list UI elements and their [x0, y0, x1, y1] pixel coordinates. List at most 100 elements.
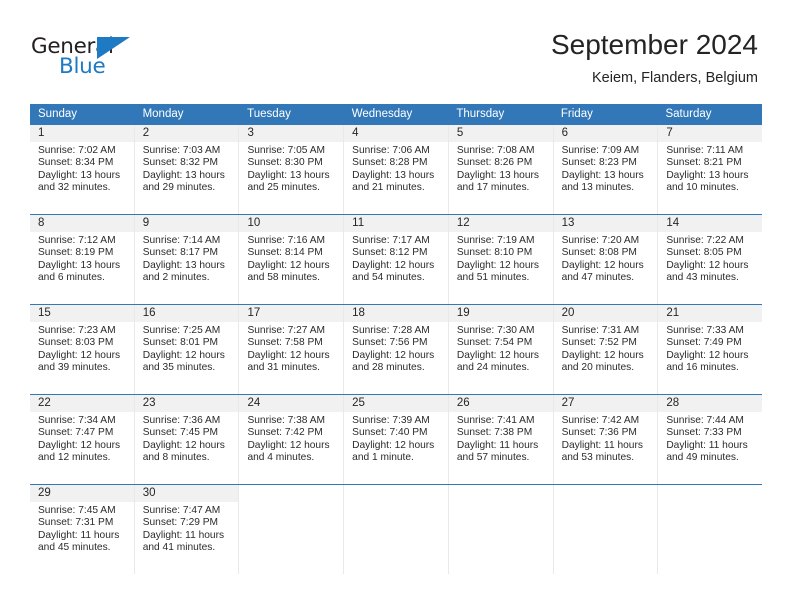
daylight-duration-line1: Daylight: 12 hours — [561, 349, 644, 361]
sunrise-time: Sunrise: 7:02 AM — [38, 145, 116, 156]
day-number: 29 — [38, 487, 51, 499]
calendar-day-cell[interactable]: 19 Sunrise: 7:30 AM Sunset: 7:54 PM Dayligh… — [447, 305, 553, 394]
sunrise-time: Sunrise: 7:20 AM — [561, 235, 640, 246]
sunset-time: Sunset: 8:12 PM — [352, 247, 428, 259]
daylight-duration-line2: and 32 minutes. — [38, 182, 111, 194]
page-title: September 2024 — [550, 29, 758, 60]
day-details: Sunrise: 7:25 AM Sunset: 8:01 PM Daylight:… — [135, 322, 239, 375]
day-number-band: 21 — [658, 305, 763, 322]
day-number-band: 4 — [344, 125, 448, 142]
daylight-duration-line1: Daylight: 13 hours — [142, 259, 225, 271]
sunrise-time: Sunrise: 7:03 AM — [142, 145, 221, 156]
sunrise-time: Sunrise: 7:45 AM — [38, 505, 116, 516]
day-number: 24 — [247, 397, 261, 409]
calendar-day-cell[interactable]: 21 Sunrise: 7:33 AM Sunset: 7:49 PM Dayligh… — [657, 305, 763, 394]
general-blue-logo: General Blue — [31, 34, 161, 82]
calendar-day-cell[interactable]: 17 Sunrise: 7:27 AM Sunset: 7:58 PM Dayligh… — [238, 305, 344, 394]
day-number-band: 18 — [344, 305, 448, 322]
day-number-band: 3 — [239, 125, 344, 142]
calendar-day-cell-empty — [238, 485, 344, 574]
calendar-day-cell-empty — [657, 485, 763, 574]
daylight-duration-line2: and 1 minute. — [352, 452, 414, 464]
calendar-day-cell[interactable]: 20 Sunrise: 7:31 AM Sunset: 7:52 PM Dayligh… — [552, 305, 658, 394]
calendar-day-cell[interactable]: 22 Sunrise: 7:34 AM Sunset: 7:47 PM Dayligh… — [30, 395, 134, 484]
sunset-time: Sunset: 7:58 PM — [247, 337, 323, 349]
daylight-duration-line2: and 31 minutes. — [247, 362, 320, 374]
calendar-day-cell[interactable]: 10 Sunrise: 7:16 AM Sunset: 8:14 PM Dayligh… — [238, 215, 344, 304]
daylight-duration-line2: and 41 minutes. — [142, 542, 216, 554]
calendar-day-cell[interactable]: 14 Sunrise: 7:22 AM Sunset: 8:05 PM Dayligh… — [657, 215, 763, 304]
calendar-week-row: 29 Sunrise: 7:45 AM Sunset: 7:31 PM Dayligh… — [30, 484, 763, 574]
calendar-day-cell[interactable]: 29 Sunrise: 7:45 AM Sunset: 7:31 PM Dayligh… — [30, 485, 134, 574]
daylight-duration-line1: Daylight: 13 hours — [352, 169, 435, 181]
sunrise-time: Sunrise: 7:22 AM — [666, 235, 744, 246]
day-details: Sunrise: 7:27 AM Sunset: 7:58 PM Daylight:… — [239, 322, 343, 375]
day-number-band: 7 — [658, 125, 763, 142]
calendar-day-cell[interactable]: 3 Sunrise: 7:05 AM Sunset: 8:30 PM Daylight… — [238, 125, 344, 214]
calendar-day-cell[interactable]: 23 Sunrise: 7:36 AM Sunset: 7:45 PM Dayligh… — [133, 395, 239, 484]
daylight-duration-line1: Daylight: 12 hours — [247, 259, 330, 271]
daylight-duration-line1: Daylight: 11 hours — [38, 529, 120, 541]
calendar-day-cell[interactable]: 18 Sunrise: 7:28 AM Sunset: 7:56 PM Dayligh… — [343, 305, 448, 394]
calendar-day-cell[interactable]: 13 Sunrise: 7:20 AM Sunset: 8:08 PM Dayligh… — [552, 215, 658, 304]
calendar-day-cell[interactable]: 15 Sunrise: 7:23 AM Sunset: 8:03 PM Dayligh… — [30, 305, 134, 394]
daylight-duration-line1: Daylight: 12 hours — [38, 349, 121, 361]
calendar-day-cell[interactable]: 30 Sunrise: 7:47 AM Sunset: 7:29 PM Dayligh… — [133, 485, 239, 574]
sunrise-time: Sunrise: 7:44 AM — [666, 415, 744, 426]
daylight-duration-line2: and 21 minutes. — [352, 182, 425, 194]
calendar-day-cell[interactable]: 16 Sunrise: 7:25 AM Sunset: 8:01 PM Dayligh… — [133, 305, 239, 394]
day-details: Sunrise: 7:23 AM Sunset: 8:03 PM Daylight:… — [30, 322, 134, 375]
sunset-time: Sunset: 7:49 PM — [666, 337, 742, 349]
day-number: 28 — [666, 397, 680, 409]
sunrise-time: Sunrise: 7:09 AM — [561, 145, 640, 156]
day-details: Sunrise: 7:08 AM Sunset: 8:26 PM Daylight:… — [449, 142, 553, 195]
day-details: Sunrise: 7:19 AM Sunset: 8:10 PM Daylight:… — [449, 232, 553, 285]
daylight-duration-line2: and 54 minutes. — [352, 272, 425, 284]
calendar-day-cell[interactable]: 26 Sunrise: 7:41 AM Sunset: 7:38 PM Dayligh… — [447, 395, 553, 484]
day-number: 30 — [142, 487, 156, 499]
calendar-day-cell[interactable]: 7 Sunrise: 7:11 AM Sunset: 8:21 PM Daylight… — [657, 125, 763, 214]
sunset-time: Sunset: 8:03 PM — [38, 337, 114, 349]
day-number: 3 — [247, 127, 254, 139]
sunrise-time: Sunrise: 7:08 AM — [456, 145, 535, 156]
day-number-band: 28 — [658, 395, 763, 412]
daylight-duration-line1: Daylight: 13 hours — [561, 169, 644, 181]
day-number: 20 — [561, 307, 575, 319]
calendar-day-cell[interactable]: 9 Sunrise: 7:14 AM Sunset: 8:17 PM Daylight… — [133, 215, 239, 304]
day-number: 15 — [38, 307, 51, 319]
calendar-day-cell[interactable]: 4 Sunrise: 7:06 AM Sunset: 8:28 PM Daylight… — [343, 125, 448, 214]
calendar-day-cell[interactable]: 25 Sunrise: 7:39 AM Sunset: 7:40 PM Dayligh… — [343, 395, 448, 484]
day-number: 12 — [456, 217, 470, 229]
day-number: 23 — [142, 397, 156, 409]
daylight-duration-line2: and 20 minutes. — [561, 362, 635, 374]
day-number: 13 — [561, 217, 575, 229]
sunset-time: Sunset: 8:23 PM — [561, 157, 637, 169]
calendar-day-cell[interactable]: 2 Sunrise: 7:03 AM Sunset: 8:32 PM Daylight… — [133, 125, 239, 214]
sunset-time: Sunset: 7:38 PM — [456, 427, 533, 439]
daylight-duration-line1: Daylight: 11 hours — [142, 529, 225, 541]
calendar-day-cell[interactable]: 6 Sunrise: 7:09 AM Sunset: 8:23 PM Daylight… — [552, 125, 658, 214]
day-number: 19 — [456, 307, 470, 319]
sunrise-time: Sunrise: 7:06 AM — [352, 145, 430, 156]
day-details: Sunrise: 7:41 AM Sunset: 7:38 PM Daylight:… — [449, 412, 553, 465]
sunset-time: Sunset: 8:05 PM — [666, 247, 742, 259]
calendar-day-cell[interactable]: 1 Sunrise: 7:02 AM Sunset: 8:34 PM Daylight… — [30, 125, 134, 214]
calendar-day-cell[interactable]: 28 Sunrise: 7:44 AM Sunset: 7:33 PM Dayligh… — [657, 395, 763, 484]
title-block: September 2024 Keiem, Flanders, Belgium — [551, 28, 758, 88]
sunset-time: Sunset: 7:54 PM — [456, 337, 533, 349]
day-number-band: 14 — [658, 215, 763, 232]
calendar-day-cell[interactable]: 11 Sunrise: 7:17 AM Sunset: 8:12 PM Dayligh… — [343, 215, 448, 304]
calendar-day-cell[interactable]: 5 Sunrise: 7:08 AM Sunset: 8:26 PM Daylight… — [447, 125, 553, 214]
day-details: Sunrise: 7:42 AM Sunset: 7:36 PM Daylight:… — [554, 412, 658, 465]
calendar-day-cell[interactable]: 8 Sunrise: 7:12 AM Sunset: 8:19 PM Daylight… — [30, 215, 134, 304]
day-number: 21 — [666, 307, 680, 319]
day-details: Sunrise: 7:09 AM Sunset: 8:23 PM Daylight:… — [554, 142, 658, 195]
daylight-duration-line1: Daylight: 12 hours — [38, 439, 121, 451]
calendar-day-cell[interactable]: 24 Sunrise: 7:38 AM Sunset: 7:42 PM Dayligh… — [238, 395, 344, 484]
calendar-day-cell-empty — [343, 485, 448, 574]
daylight-duration-line1: Daylight: 12 hours — [666, 259, 749, 271]
day-number: 5 — [456, 127, 464, 139]
calendar-day-cell[interactable]: 12 Sunrise: 7:19 AM Sunset: 8:10 PM Dayligh… — [447, 215, 553, 304]
daylight-duration-line1: Daylight: 11 hours — [666, 439, 748, 451]
calendar-day-cell[interactable]: 27 Sunrise: 7:42 AM Sunset: 7:36 PM Dayligh… — [552, 395, 658, 484]
